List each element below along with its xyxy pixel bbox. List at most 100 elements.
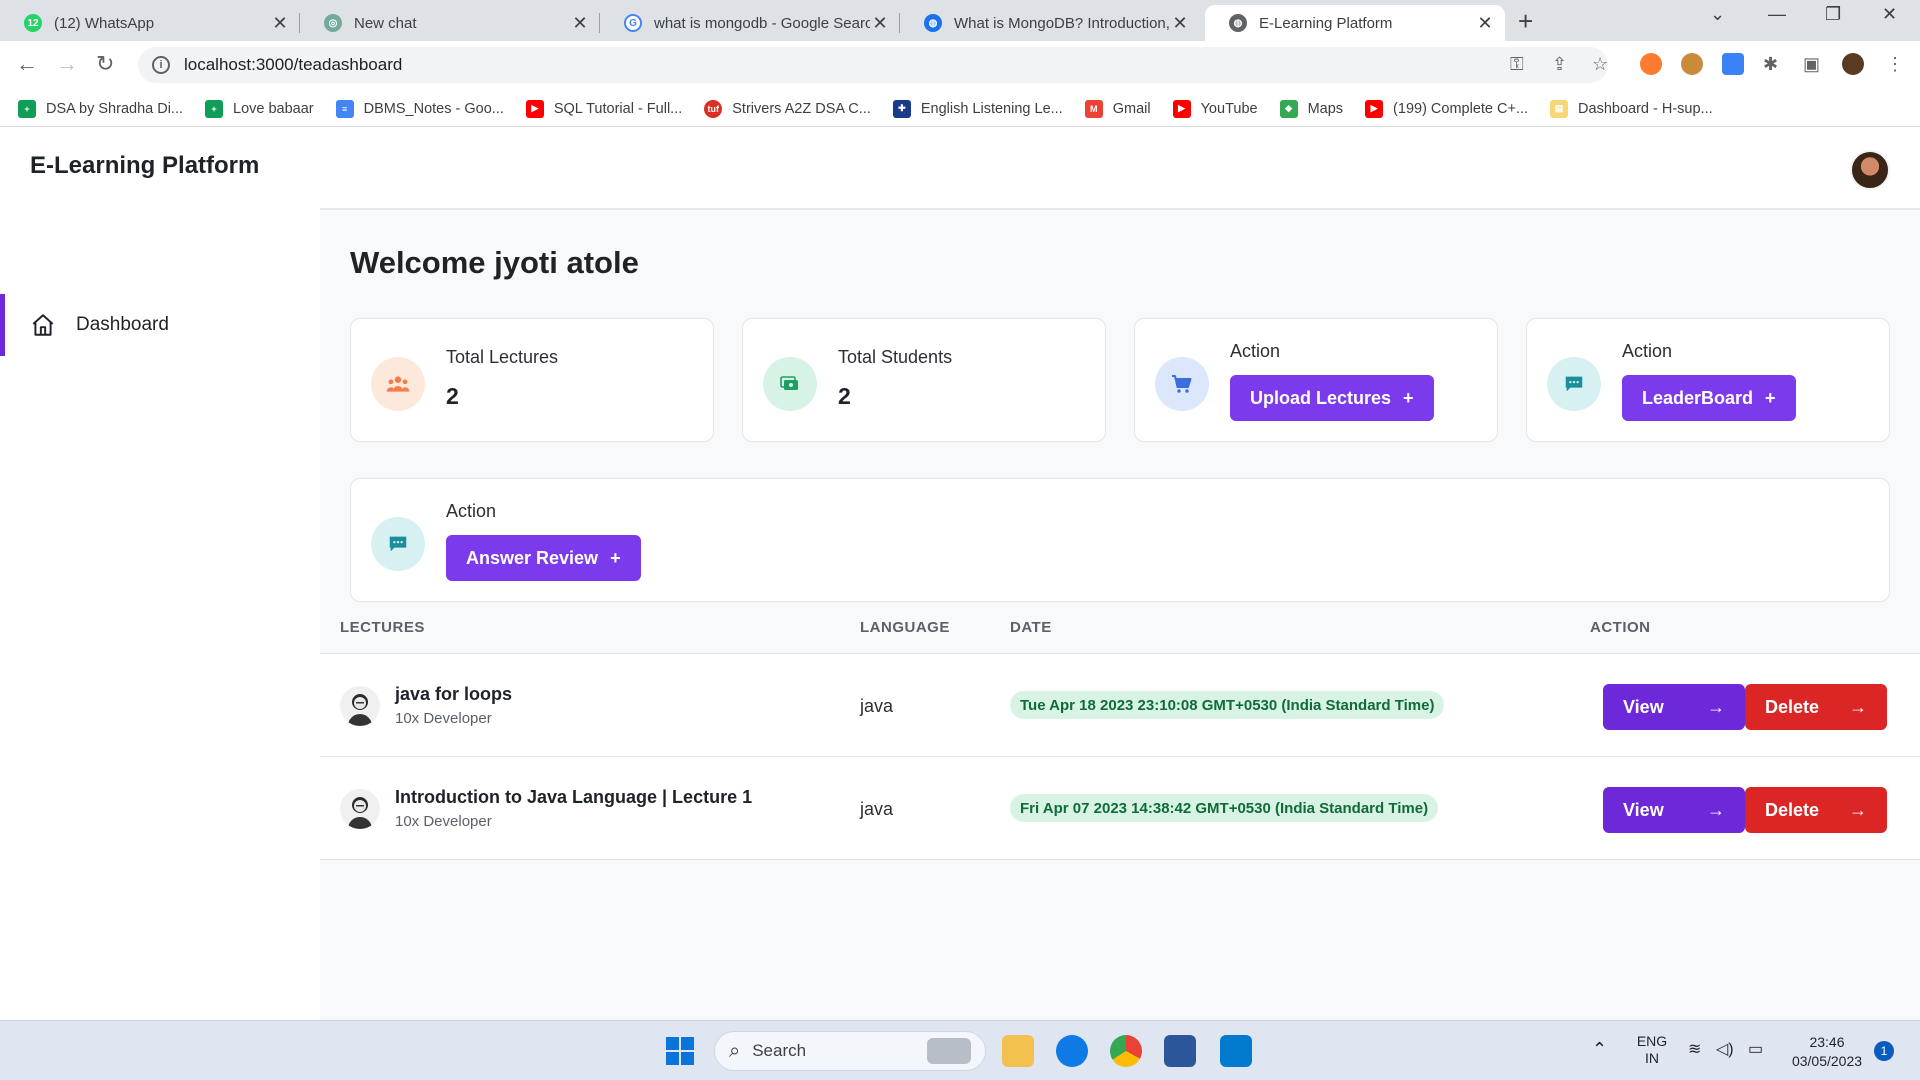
answer-review-button[interactable]: Answer Review + bbox=[446, 535, 641, 581]
upload-lectures-button[interactable]: Upload Lectures + bbox=[1230, 375, 1434, 421]
cookie-extension-icon[interactable] bbox=[1681, 53, 1703, 75]
bookmark-label: Maps bbox=[1307, 100, 1344, 117]
chrome-icon[interactable] bbox=[1110, 1035, 1142, 1067]
clock-date: 03/05/2023 bbox=[1791, 1053, 1863, 1069]
stat-card-lectures: Total Lectures 2 bbox=[350, 318, 714, 442]
profile-avatar[interactable] bbox=[1842, 53, 1864, 75]
bookmark-star-icon[interactable]: ☆ bbox=[1592, 54, 1608, 75]
bookmark-item[interactable]: ▶ SQL Tutorial - Full... bbox=[525, 99, 682, 118]
edge-icon[interactable] bbox=[1056, 1035, 1088, 1067]
language-code: ENG bbox=[1636, 1033, 1668, 1049]
youtube-icon: ▶ bbox=[1172, 99, 1191, 118]
tab-close-icon[interactable]: ✕ bbox=[1475, 13, 1495, 34]
action-card-leaderboard: Action LeaderBoard + bbox=[1526, 318, 1890, 442]
windows-start-icon[interactable] bbox=[664, 1035, 696, 1067]
maps-icon: ◆ bbox=[1279, 99, 1298, 118]
taskbar-search[interactable]: ⌕ Search bbox=[714, 1031, 986, 1071]
bookmark-item[interactable]: ≡ DBMS_Notes - Goo... bbox=[335, 99, 504, 118]
side-panel-icon[interactable]: ▣ bbox=[1803, 54, 1820, 75]
reload-icon[interactable]: ↻ bbox=[96, 51, 114, 77]
extension-icon[interactable] bbox=[1640, 53, 1662, 75]
view-button[interactable]: View → bbox=[1603, 684, 1745, 730]
bookmark-item[interactable]: tuf Strivers A2Z DSA C... bbox=[704, 99, 871, 118]
delete-button[interactable]: Delete → bbox=[1745, 684, 1887, 730]
bookmark-item[interactable]: ▶ (199) Complete C+... bbox=[1365, 99, 1528, 118]
search-label: Search bbox=[752, 1041, 807, 1060]
plus-icon: + bbox=[1403, 387, 1414, 408]
menu-kebab-icon[interactable]: ⋮ bbox=[1886, 54, 1904, 75]
tab-search-icon[interactable]: ⌄ bbox=[1710, 4, 1725, 25]
tab-whatsapp[interactable]: 12 (12) WhatsApp ✕ bbox=[0, 5, 300, 41]
bookmark-label: Strivers A2Z DSA C... bbox=[732, 100, 871, 117]
table-header: LECTURES LANGUAGE DATE ACTION bbox=[320, 602, 1920, 654]
leaderboard-button[interactable]: LeaderBoard + bbox=[1622, 375, 1796, 421]
site-info-icon[interactable]: i bbox=[152, 56, 170, 74]
stat-card-students: Total Students 2 bbox=[742, 318, 1106, 442]
tab-new-chat[interactable]: ◎ New chat ✕ bbox=[300, 5, 600, 41]
tab-mongodb[interactable]: ◍ What is MongoDB? Introduction, ✕ bbox=[900, 5, 1200, 41]
notification-badge[interactable]: 1 bbox=[1874, 1041, 1894, 1061]
share-icon[interactable]: ⇪ bbox=[1552, 54, 1567, 75]
minimize-button[interactable]: — bbox=[1768, 4, 1786, 25]
search-highlight-koala-icon bbox=[927, 1038, 971, 1064]
extension-icon[interactable] bbox=[1722, 53, 1744, 75]
plus-icon: + bbox=[1765, 387, 1776, 408]
file-explorer-icon[interactable] bbox=[1002, 1035, 1034, 1067]
bookmark-label: DBMS_Notes - Goo... bbox=[363, 100, 504, 117]
bookmark-item[interactable]: ▤ Dashboard - H-sup... bbox=[1550, 99, 1713, 118]
close-window-button[interactable]: ✕ bbox=[1882, 4, 1897, 25]
battery-icon[interactable]: ▭ bbox=[1748, 1039, 1763, 1059]
back-icon[interactable]: ← bbox=[16, 51, 38, 77]
extensions-puzzle-icon[interactable]: ✱ bbox=[1763, 54, 1778, 75]
volume-icon[interactable]: ◁) bbox=[1716, 1039, 1734, 1059]
password-key-icon[interactable]: ⚿ bbox=[1510, 54, 1524, 75]
main-content: Welcome jyoti atole Total Lectures 2 Tot… bbox=[320, 210, 1920, 1020]
wifi-icon[interactable]: ≋ bbox=[1688, 1039, 1701, 1059]
vscode-icon[interactable] bbox=[1220, 1035, 1252, 1067]
system-clock[interactable]: 23:46 03/05/2023 bbox=[1782, 1033, 1872, 1071]
column-header: ACTION bbox=[1590, 619, 1651, 636]
tray-overflow-chevron-icon[interactable]: ⌃ bbox=[1592, 1039, 1607, 1060]
url-text: localhost:3000/teadashboard bbox=[184, 55, 403, 74]
arrow-right-icon: → bbox=[1849, 799, 1867, 820]
chat-icon bbox=[371, 517, 425, 571]
table-row: Introduction to Java Language | Lecture … bbox=[320, 757, 1920, 860]
tab-close-icon[interactable]: ✕ bbox=[570, 13, 590, 34]
tuf-icon: tuf bbox=[704, 99, 723, 118]
bookmark-item[interactable]: ▶ YouTube bbox=[1172, 99, 1258, 118]
bookmark-item[interactable]: + Love babaar bbox=[205, 99, 314, 118]
tab-e-learning[interactable]: ◍ E-Learning Platform ✕ bbox=[1205, 5, 1505, 41]
tab-google-search[interactable]: G what is mongodb - Google Searc ✕ bbox=[600, 5, 900, 41]
bookmark-item[interactable]: ✚ English Listening Le... bbox=[892, 99, 1063, 118]
button-label: LeaderBoard bbox=[1642, 387, 1754, 408]
tab-close-icon[interactable]: ✕ bbox=[1170, 13, 1190, 34]
address-bar[interactable]: i localhost:3000/teadashboard bbox=[138, 47, 1608, 83]
tab-title: (12) WhatsApp bbox=[54, 14, 155, 32]
new-tab-button[interactable]: + bbox=[1518, 6, 1533, 37]
bookmark-item[interactable]: + DSA by Shradha Di... bbox=[18, 99, 183, 118]
sidebar-item-dashboard[interactable]: Dashboard bbox=[0, 294, 320, 356]
view-button[interactable]: View → bbox=[1603, 787, 1745, 833]
tab-close-icon[interactable]: ✕ bbox=[270, 13, 290, 34]
delete-button[interactable]: Delete → bbox=[1745, 787, 1887, 833]
lecture-date-badge: Fri Apr 07 2023 14:38:42 GMT+0530 (India… bbox=[1010, 794, 1439, 822]
stat-value: 2 bbox=[446, 383, 459, 409]
uk-flag-icon: ✚ bbox=[892, 99, 911, 118]
lecture-avatar bbox=[340, 789, 380, 829]
language-indicator[interactable]: ENG IN bbox=[1632, 1033, 1672, 1067]
youtube-icon: ▶ bbox=[1365, 99, 1384, 118]
word-icon[interactable] bbox=[1164, 1035, 1196, 1067]
browser-tab-strip: 12 (12) WhatsApp ✕ ◎ New chat ✕ G what i… bbox=[0, 0, 1920, 41]
forward-icon[interactable]: → bbox=[56, 51, 78, 77]
chatgpt-icon: ◎ bbox=[324, 14, 342, 32]
user-avatar[interactable] bbox=[1850, 150, 1890, 190]
bookmark-item[interactable]: M Gmail bbox=[1084, 99, 1151, 118]
tab-close-icon[interactable]: ✕ bbox=[870, 13, 890, 34]
restore-button[interactable]: ❐ bbox=[1825, 4, 1841, 25]
bookmark-item[interactable]: ◆ Maps bbox=[1279, 99, 1344, 118]
column-header: DATE bbox=[1010, 619, 1052, 636]
action-card-upload: Action Upload Lectures + bbox=[1134, 318, 1498, 442]
bookmark-label: YouTube bbox=[1200, 100, 1258, 117]
clock-time: 23:46 bbox=[1809, 1034, 1845, 1050]
arrow-right-icon: → bbox=[1707, 799, 1725, 820]
